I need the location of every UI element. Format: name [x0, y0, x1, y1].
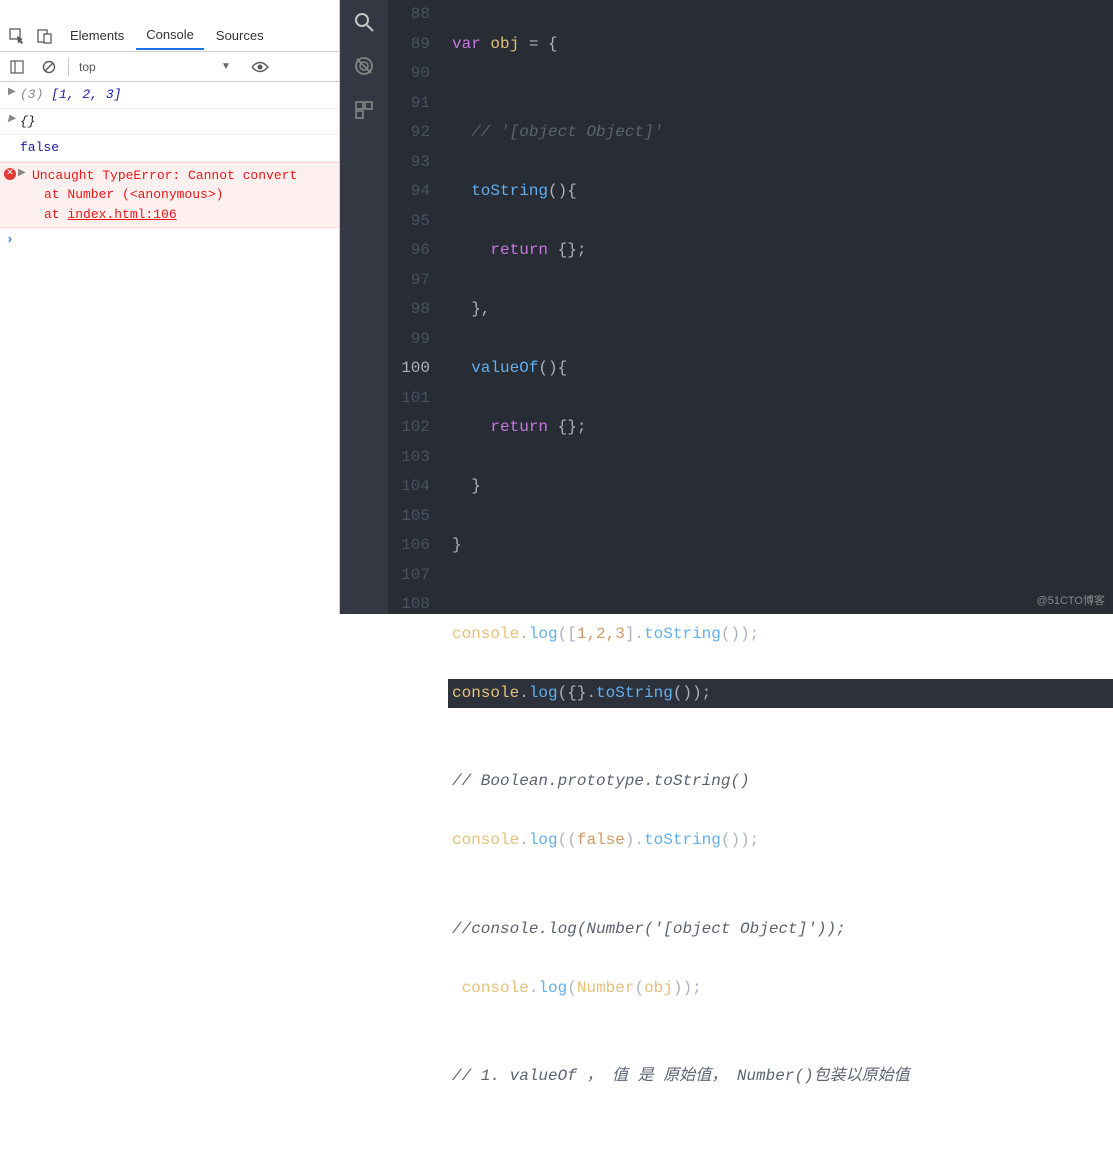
- extensions-icon[interactable]: [352, 98, 376, 122]
- console-sidebar-toggle-icon[interactable]: [4, 54, 30, 80]
- expand-arrow-icon[interactable]: ▶: [18, 166, 26, 181]
- chevron-down-icon: ▼: [221, 61, 231, 72]
- console-input[interactable]: [0, 228, 339, 236]
- code-content[interactable]: var obj = { // '[object Object]' toStrin…: [448, 0, 1113, 614]
- error-source-link[interactable]: index.html:106: [67, 207, 176, 222]
- watermark: @51CTO博客: [1037, 592, 1105, 608]
- devtools-panel: Elements Console Sources top ▼ ▶ (3) [1,…: [0, 0, 340, 614]
- search-icon[interactable]: [352, 10, 376, 34]
- debug-icon[interactable]: [352, 54, 376, 78]
- context-selector[interactable]: top: [75, 58, 215, 76]
- tab-console[interactable]: Console: [136, 21, 204, 50]
- console-row-error[interactable]: ✕ ▶ Uncaught TypeError: Cannot convert a…: [0, 162, 339, 229]
- inspect-icon[interactable]: [4, 23, 30, 49]
- device-toggle-icon[interactable]: [32, 23, 58, 49]
- code-editor[interactable]: 8889909192939495969798991001011021031041…: [388, 0, 1113, 614]
- console-row-array[interactable]: ▶ (3) [1, 2, 3]: [0, 82, 339, 109]
- eye-icon[interactable]: [247, 54, 273, 80]
- expand-arrow-icon[interactable]: ▶: [8, 85, 16, 100]
- devtools-tabbar: Elements Console Sources: [0, 20, 339, 52]
- tab-elements[interactable]: Elements: [60, 22, 134, 49]
- console-row-object[interactable]: ▶ {}: [0, 109, 339, 136]
- tab-sources[interactable]: Sources: [206, 22, 274, 49]
- console-row-bool: false: [0, 135, 339, 162]
- line-gutter: 8889909192939495969798991001011021031041…: [388, 0, 448, 614]
- activity-bar: [340, 0, 388, 614]
- clear-console-icon[interactable]: [36, 54, 62, 80]
- expand-arrow-icon[interactable]: ▶: [8, 112, 16, 127]
- console-toolbar: top ▼: [0, 52, 339, 82]
- console-output: ▶ (3) [1, 2, 3] ▶ {} false ✕ ▶ Uncaught …: [0, 82, 339, 614]
- error-icon: ✕: [4, 168, 16, 180]
- editor-panel: 8889909192939495969798991001011021031041…: [340, 0, 1113, 614]
